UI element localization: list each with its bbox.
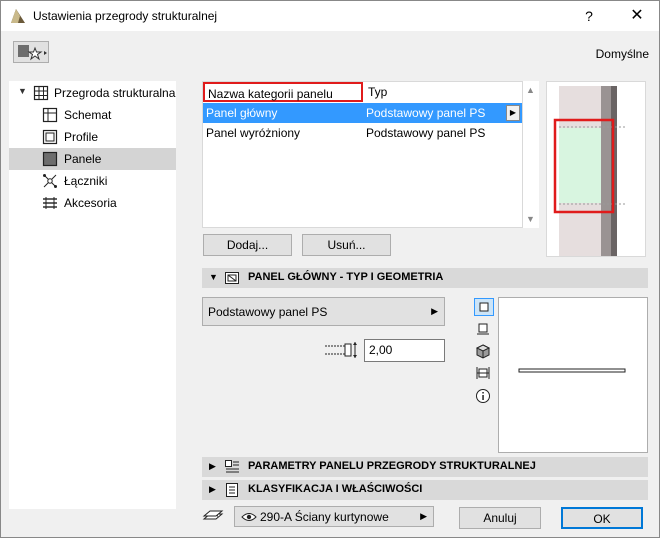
cube-3d-icon	[475, 344, 491, 359]
tree-item-accessories[interactable]: Akcesoria	[9, 192, 176, 214]
section-classification-header[interactable]: ▶ KLASYFIKACJA I WŁAŚCIWOŚCI	[202, 480, 648, 500]
info-icon	[476, 389, 490, 403]
defaults-label: Domyślne	[595, 47, 649, 61]
section-collapse-icon[interactable]: ▼	[209, 272, 218, 282]
row-arrow-icon[interactable]: ▶	[506, 105, 520, 121]
row-name: Panel wyróżniony	[206, 126, 301, 140]
layer-icon	[202, 510, 224, 520]
thickness-input[interactable]: 2,00	[364, 339, 445, 362]
accessory-icon	[43, 197, 57, 209]
curtain-wall-preview-image	[553, 86, 627, 256]
tree-item-connectors[interactable]: Łączniki	[9, 170, 176, 192]
panel-type-select[interactable]: Podstawowy panel PS ▶	[202, 297, 445, 326]
scroll-up-icon[interactable]: ▲	[526, 85, 535, 95]
favorites-icon	[18, 45, 47, 61]
chevron-right-icon: ▶	[431, 306, 438, 316]
floor-plan-icon	[479, 302, 489, 312]
view-dimension-button[interactable]	[474, 365, 494, 383]
layer-value: 290-A Ściany kurtynowe	[260, 510, 389, 524]
section-expand-icon[interactable]: ▶	[209, 461, 216, 472]
panel-view-canvas	[498, 297, 648, 453]
window-title: Ustawienia przegrody strukturalnej	[33, 9, 218, 23]
tree-item-scheme[interactable]: Schemat	[9, 104, 176, 126]
panel-type-value: Podstawowy panel PS	[208, 305, 328, 319]
view-section-button[interactable]	[474, 321, 494, 339]
curtain-wall-icon	[33, 85, 49, 101]
tree-item-panels[interactable]: Panele	[9, 148, 176, 170]
tree-item-curtain-wall[interactable]: ▼ Przegroda strukturalna	[9, 82, 176, 104]
connector-icon	[43, 174, 57, 188]
panel-icon	[42, 151, 58, 167]
archicad-app-icon	[11, 9, 25, 23]
chevron-right-icon: ▶	[420, 511, 427, 521]
favorites-button[interactable]	[13, 41, 49, 63]
classification-icon	[226, 483, 238, 497]
scroll-down-icon[interactable]: ▼	[526, 214, 535, 224]
section-params-header[interactable]: ▶ PARAMETRY PANELU PRZEGRODY STRUKTURALN…	[202, 457, 648, 477]
column-header-name[interactable]: Nazwa kategorii panelu	[203, 82, 363, 102]
panel-plan-preview	[518, 368, 626, 373]
section-main-panel-header[interactable]: ▼ PANEL GŁÓWNY - TYP I GEOMETRIA	[202, 268, 648, 288]
dimension-icon	[476, 367, 490, 379]
layer-select[interactable]: 290-A Ściany kurtynowe ▶	[234, 506, 434, 527]
scheme-icon	[42, 107, 58, 123]
parameters-icon	[225, 460, 239, 473]
column-header-type[interactable]: Typ	[365, 82, 523, 102]
tree-item-label: Przegroda strukturalna	[54, 86, 176, 100]
tree-item-label: Profile	[64, 130, 99, 144]
title-bar: Ustawienia przegrody strukturalnej ? ✕	[1, 1, 659, 31]
row-type: Podstawowy panel PS	[366, 106, 486, 120]
remove-button[interactable]: Usuń...	[302, 234, 391, 256]
section-view-icon	[477, 323, 489, 335]
view-3d-button[interactable]	[474, 343, 494, 361]
row-name: Panel główny	[206, 106, 278, 120]
collapse-chevron-icon[interactable]: ▼	[18, 86, 27, 96]
tree-item-label: Panele	[64, 152, 102, 166]
thickness-icon	[325, 342, 357, 358]
section-expand-icon[interactable]: ▶	[209, 484, 216, 495]
settings-tree: ▼ Przegroda strukturalna Schemat Profile…	[9, 81, 176, 509]
section-title: PARAMETRY PANELU PRZEGRODY STRUKTURALNEJ	[248, 460, 536, 472]
tree-item-label: Schemat	[64, 108, 112, 122]
row-type: Podstawowy panel PS	[366, 126, 486, 140]
close-button[interactable]: ✕	[615, 1, 659, 31]
profile-icon	[42, 129, 58, 145]
panel-preview	[546, 81, 646, 257]
section-title: PANEL GŁÓWNY - TYP I GEOMETRIA	[248, 271, 444, 283]
settings-dialog: Ustawienia przegrody strukturalnej ? ✕ D…	[0, 0, 660, 538]
list-item[interactable]: Panel wyróżniony Podstawowy panel PS	[203, 123, 522, 143]
view-floor-plan-button[interactable]	[474, 298, 494, 316]
panel-category-list[interactable]: Nazwa kategorii panelu Typ Panel główny …	[202, 81, 523, 228]
view-info-button[interactable]	[474, 388, 494, 406]
list-item[interactable]: Panel główny Podstawowy panel PS ▶	[203, 103, 522, 123]
eye-icon	[241, 513, 257, 521]
section-title: KLASYFIKACJA I WŁAŚCIWOŚCI	[248, 483, 423, 495]
help-button[interactable]: ?	[567, 1, 611, 31]
ok-button[interactable]: OK	[561, 507, 643, 529]
panel-geometry-icon	[225, 272, 239, 284]
tree-item-label: Łączniki	[64, 174, 108, 188]
tree-item-label: Akcesoria	[64, 196, 117, 210]
tree-item-profile[interactable]: Profile	[9, 126, 176, 148]
add-button[interactable]: Dodaj...	[203, 234, 292, 256]
cancel-button[interactable]: Anuluj	[459, 507, 541, 529]
list-scrollbar[interactable]: ▲ ▼	[523, 81, 539, 228]
